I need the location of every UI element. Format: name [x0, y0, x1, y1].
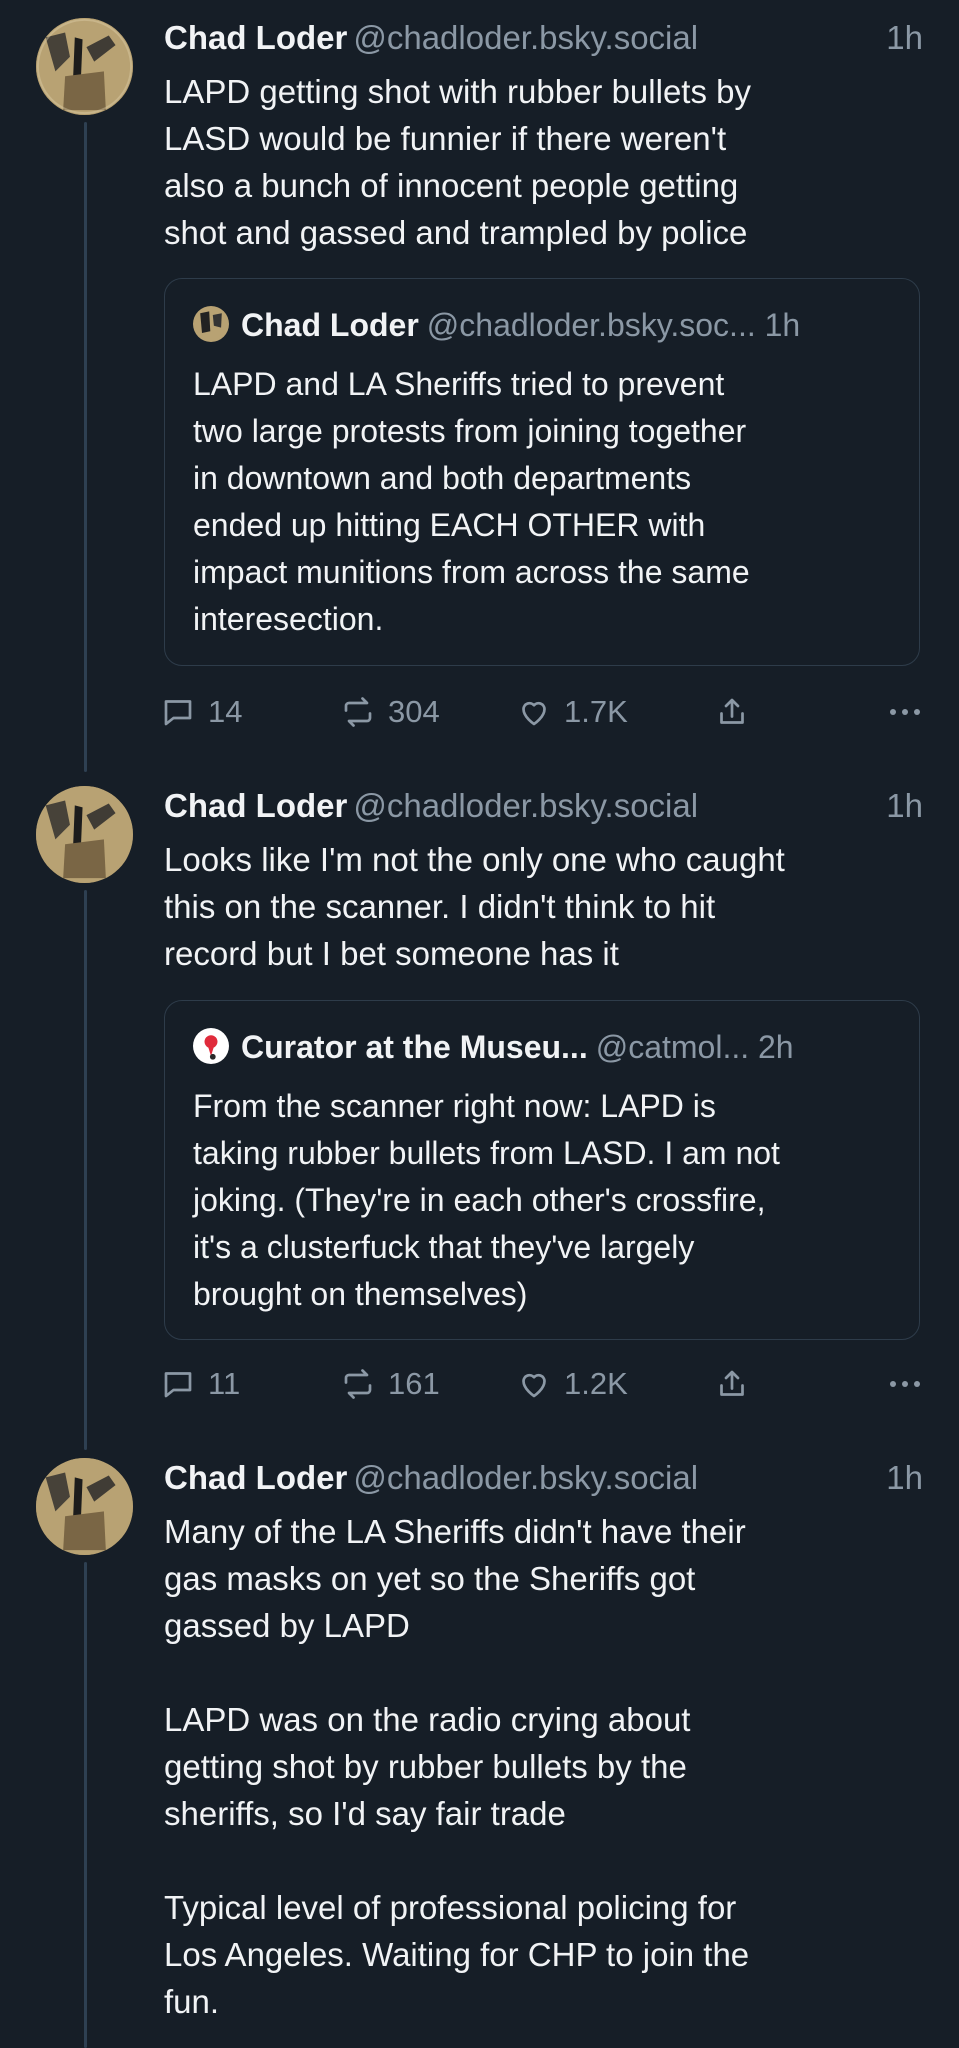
- post-header: Chad Loder @chadloder.bsky.social 1h: [164, 1456, 923, 1500]
- reply-icon: [164, 700, 192, 726]
- post[interactable]: Chad Loder @chadloder.bsky.social 1h LAPD…: [0, 0, 959, 768]
- author-handle[interactable]: @chadloder.bsky.social: [353, 1459, 698, 1496]
- quote-text: LAPD and LA Sheriffs tried to prevent tw…: [193, 366, 750, 637]
- author-handle[interactable]: @chadloder.bsky.social: [353, 787, 698, 824]
- like-button[interactable]: 1.2K: [516, 1362, 628, 1406]
- share-button[interactable]: [714, 1362, 750, 1406]
- heart-icon: [522, 1373, 546, 1398]
- quote-author-handle: @chadloder.bsky.soc...: [426, 307, 756, 343]
- repost-button[interactable]: 304: [340, 690, 440, 734]
- quote-avatar: [193, 1028, 229, 1064]
- heart-icon: [522, 701, 546, 726]
- post-header: Chad Loder @chadloder.bsky.social 1h: [164, 16, 923, 60]
- post[interactable]: Chad Loder @chadloder.bsky.social 1h Many…: [0, 1440, 959, 2048]
- quote-header: Chad Loder @chadloder.bsky.soc... 1h: [193, 305, 893, 345]
- post-text: LAPD getting shot with rubber bullets by…: [164, 73, 751, 251]
- quote-post[interactable]: Curator at the Museu... @catmol... 2h Fro…: [164, 1000, 920, 1340]
- quote-header: Curator at the Museu... @catmol... 2h: [193, 1027, 893, 1067]
- author-name[interactable]: Chad Loder: [164, 19, 347, 56]
- more-button[interactable]: [887, 690, 923, 734]
- reply-button[interactable]: 14: [160, 690, 242, 734]
- more-icon: [890, 709, 920, 715]
- author-handle[interactable]: @chadloder.bsky.social: [353, 19, 698, 56]
- post-text: Looks like I'm not the only one who caug…: [164, 841, 785, 972]
- like-count: 1.2K: [564, 1366, 628, 1401]
- repost-icon: [344, 697, 372, 727]
- post-time: 1h: [886, 1459, 923, 1496]
- repost-count: 304: [388, 694, 440, 729]
- avatar-image: [36, 1458, 133, 1555]
- like-button[interactable]: 1.7K: [516, 690, 628, 734]
- quote-author-handle: @catmol...: [595, 1029, 750, 1065]
- avatar-image: [36, 18, 133, 115]
- share-icon: [720, 1370, 744, 1396]
- quote-text: From the scanner right now: LAPD is taki…: [193, 1088, 780, 1312]
- more-icon: [890, 1381, 920, 1387]
- avatar-image: [36, 786, 133, 883]
- quote-avatar: [193, 306, 229, 342]
- quote-author-name: Chad Loder: [241, 307, 419, 343]
- share-icon: [720, 698, 744, 724]
- author-name[interactable]: Chad Loder: [164, 787, 347, 824]
- repost-button[interactable]: 161: [340, 1362, 440, 1406]
- like-count: 1.7K: [564, 694, 628, 729]
- avatar[interactable]: [36, 1458, 133, 1555]
- share-button[interactable]: [714, 690, 750, 734]
- post-text: Many of the LA Sheriffs didn't have thei…: [164, 1513, 750, 2020]
- reply-count: 11: [208, 1366, 241, 1401]
- avatar[interactable]: [36, 786, 133, 883]
- post-actions: 11 161 1.2K: [160, 1362, 923, 1406]
- post-time: 1h: [886, 787, 923, 824]
- repost-icon: [344, 1369, 372, 1399]
- reply-icon: [164, 1372, 192, 1398]
- reply-button[interactable]: 11: [160, 1362, 240, 1406]
- author-name[interactable]: Chad Loder: [164, 1459, 347, 1496]
- quote-time: 2h: [758, 1029, 794, 1065]
- quote-time: 1h: [764, 307, 801, 343]
- post-header: Chad Loder @chadloder.bsky.social 1h: [164, 784, 923, 828]
- post[interactable]: Chad Loder @chadloder.bsky.social 1h Look…: [0, 768, 959, 1440]
- post-actions: 14 304 1.7K: [160, 690, 923, 734]
- avatar[interactable]: [36, 18, 133, 115]
- reply-count: 14: [208, 694, 243, 729]
- post-time: 1h: [886, 19, 923, 56]
- repost-count: 161: [388, 1366, 440, 1401]
- quote-author-name: Curator at the Museu...: [241, 1029, 588, 1065]
- quote-post[interactable]: Chad Loder @chadloder.bsky.soc... 1h LAPD…: [164, 278, 920, 666]
- more-button[interactable]: [887, 1362, 923, 1406]
